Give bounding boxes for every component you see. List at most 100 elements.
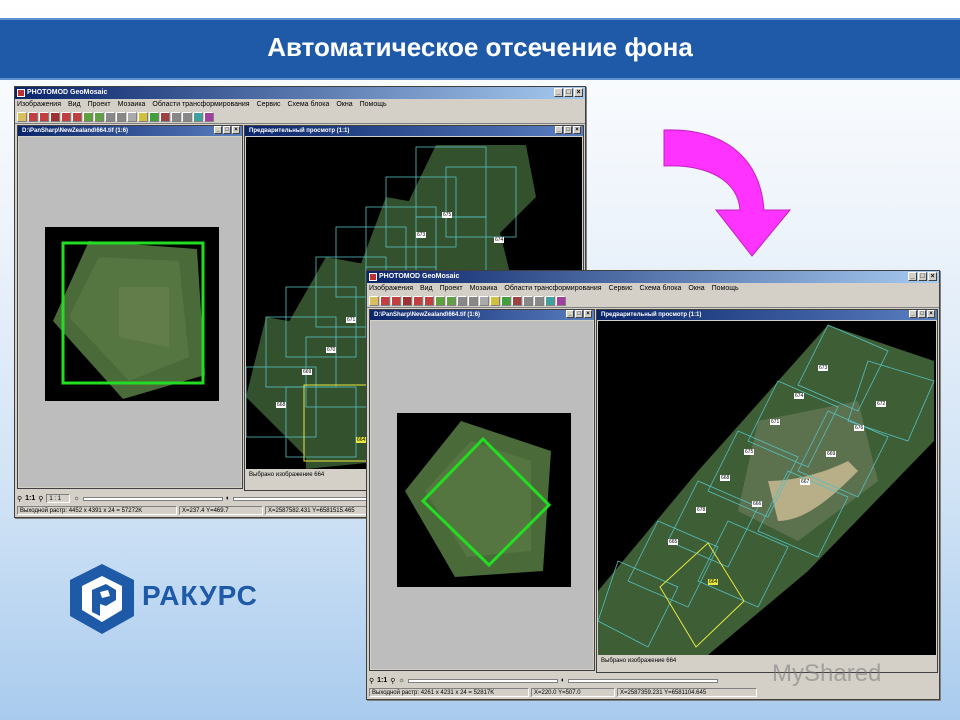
contrast-slider[interactable] bbox=[233, 496, 374, 501]
zoom-icon[interactable]: ⚲ bbox=[17, 495, 22, 503]
close-icon[interactable]: × bbox=[232, 126, 240, 134]
contrast-icon[interactable]: ◐ bbox=[561, 677, 565, 684]
sun-icon[interactable]: ☼ bbox=[398, 677, 404, 684]
toolbar-button[interactable] bbox=[94, 111, 104, 122]
toolbar-button[interactable] bbox=[160, 111, 170, 122]
menu-item-view[interactable]: Вид bbox=[68, 101, 81, 108]
toolbar-button[interactable] bbox=[182, 111, 192, 122]
toolbar-button[interactable] bbox=[545, 295, 555, 306]
toolbar-button[interactable] bbox=[72, 111, 82, 122]
menu-item-help[interactable]: Помощь bbox=[360, 101, 387, 108]
minimize-icon[interactable]: _ bbox=[214, 126, 222, 134]
toolbar-button[interactable] bbox=[193, 111, 203, 122]
menu-item-project[interactable]: Проект bbox=[88, 101, 111, 108]
minimize-icon[interactable]: _ bbox=[908, 272, 917, 281]
toolbar-button[interactable] bbox=[413, 295, 423, 306]
minimize-icon[interactable]: _ bbox=[554, 88, 563, 97]
toolbar-button[interactable] bbox=[501, 295, 511, 306]
toolbar-button[interactable] bbox=[39, 111, 49, 122]
image-subwindow: D:\PanSharp\NewZealand\664.tif (1:6) _ □ × bbox=[17, 125, 243, 489]
close-icon[interactable]: × bbox=[927, 310, 935, 318]
close-icon[interactable]: × bbox=[928, 272, 937, 281]
maximize-icon[interactable]: □ bbox=[918, 272, 927, 281]
menu-item-scheme[interactable]: Схема блока bbox=[640, 285, 682, 292]
window-caption-2[interactable]: PHOTOMOD GeoMosaic _ □ × bbox=[367, 271, 939, 283]
window-caption-1[interactable]: PHOTOMOD GeoMosaic _ □ × bbox=[15, 87, 585, 99]
toolbar-button[interactable] bbox=[149, 111, 159, 122]
toolbar-button[interactable] bbox=[435, 295, 445, 306]
toolbar-button[interactable] bbox=[204, 111, 214, 122]
toolbar-button[interactable] bbox=[105, 111, 115, 122]
watermark: MyShared bbox=[772, 660, 882, 687]
menu-item-areas[interactable]: Области трансформирования bbox=[152, 101, 249, 108]
zoom-icon[interactable]: ⚲ bbox=[369, 677, 374, 685]
menu-item-project[interactable]: Проект bbox=[440, 285, 463, 292]
minimize-icon[interactable]: _ bbox=[555, 126, 563, 134]
menu-item-windows[interactable]: Окна bbox=[336, 101, 352, 108]
image-subwindow-caption[interactable]: D:\PanSharp\NewZealand\664.tif (1:6) _ □ × bbox=[370, 310, 594, 320]
toolbar-button[interactable] bbox=[424, 295, 434, 306]
toolbar-button[interactable] bbox=[380, 295, 390, 306]
menu-item-service[interactable]: Сервис bbox=[257, 101, 281, 108]
toolbar-button[interactable] bbox=[28, 111, 38, 122]
zoom-icon[interactable]: ⚲ bbox=[390, 677, 395, 685]
maximize-icon[interactable]: □ bbox=[918, 310, 926, 318]
preview-subwindow-caption[interactable]: Предварительный просмотр (1:1) _ □ × bbox=[597, 310, 937, 320]
minimize-icon[interactable]: _ bbox=[566, 310, 574, 318]
toolbar-button[interactable] bbox=[116, 111, 126, 122]
maximize-icon[interactable]: □ bbox=[223, 126, 231, 134]
preview-subwindow-caption[interactable]: Предварительный просмотр (1:1) _ □ × bbox=[245, 126, 583, 136]
maximize-icon[interactable]: □ bbox=[564, 126, 572, 134]
menu-item-help[interactable]: Помощь bbox=[712, 285, 739, 292]
toolbar-button[interactable] bbox=[446, 295, 456, 306]
contrast-slider[interactable] bbox=[568, 678, 719, 683]
toolbar-button[interactable] bbox=[17, 111, 27, 122]
brightness-slider[interactable] bbox=[82, 496, 223, 501]
zoom-icon[interactable]: ⚲ bbox=[38, 495, 43, 503]
toolbar-button[interactable] bbox=[523, 295, 533, 306]
menu-item-images[interactable]: Изображения bbox=[17, 101, 61, 108]
image-subwindow-caption[interactable]: D:\PanSharp\NewZealand\664.tif (1:6) _ □ × bbox=[18, 126, 242, 136]
contrast-icon[interactable]: ◐ bbox=[226, 495, 230, 502]
toolbar-button[interactable] bbox=[402, 295, 412, 306]
brightness-slider[interactable] bbox=[407, 678, 558, 683]
toolbar-button[interactable] bbox=[512, 295, 522, 306]
zoom-1to1-button[interactable]: 1:1 bbox=[25, 495, 35, 502]
toolbar-button[interactable] bbox=[534, 295, 544, 306]
toolbar-button[interactable] bbox=[61, 111, 71, 122]
toolbar-button[interactable] bbox=[50, 111, 60, 122]
toolbar-button[interactable] bbox=[490, 295, 500, 306]
toolbar-button[interactable] bbox=[138, 111, 148, 122]
close-icon[interactable]: × bbox=[573, 126, 581, 134]
menu-item-windows[interactable]: Окна bbox=[688, 285, 704, 292]
tile-label: 667 bbox=[800, 479, 811, 485]
image-canvas[interactable] bbox=[371, 321, 593, 669]
maximize-icon[interactable]: □ bbox=[575, 310, 583, 318]
toolbar-button[interactable] bbox=[391, 295, 401, 306]
tile-label: 668 bbox=[720, 475, 731, 481]
toolbar-button[interactable] bbox=[171, 111, 181, 122]
zoom-1to1-button[interactable]: 1:1 bbox=[377, 677, 387, 684]
minimize-icon[interactable]: _ bbox=[909, 310, 917, 318]
menu-item-mosaic[interactable]: Мозаика bbox=[470, 285, 498, 292]
toolbar-button[interactable] bbox=[457, 295, 467, 306]
close-icon[interactable]: × bbox=[574, 88, 583, 97]
menu-item-scheme[interactable]: Схема блока bbox=[288, 101, 330, 108]
menu-item-images[interactable]: Изображения bbox=[369, 285, 413, 292]
preview-canvas[interactable]: 673 674 672 671 676 675 669 668 667 678 … bbox=[598, 321, 936, 655]
sun-icon[interactable]: ☼ bbox=[73, 495, 79, 502]
toolbar-button[interactable] bbox=[127, 111, 137, 122]
toolbar-button[interactable] bbox=[479, 295, 489, 306]
toolbar-button[interactable] bbox=[83, 111, 93, 122]
maximize-icon[interactable]: □ bbox=[564, 88, 573, 97]
menu-item-view[interactable]: Вид bbox=[420, 285, 433, 292]
close-icon[interactable]: × bbox=[584, 310, 592, 318]
toolbar-button[interactable] bbox=[556, 295, 566, 306]
toolbar-button[interactable] bbox=[468, 295, 478, 306]
toolbar-button[interactable] bbox=[369, 295, 379, 306]
zoom-input[interactable]: 1 : 1 bbox=[46, 494, 71, 503]
menu-item-service[interactable]: Сервис bbox=[609, 285, 633, 292]
image-canvas[interactable] bbox=[19, 137, 241, 487]
menu-item-mosaic[interactable]: Мозаика bbox=[118, 101, 146, 108]
menu-item-areas[interactable]: Области трансформирования bbox=[504, 285, 601, 292]
